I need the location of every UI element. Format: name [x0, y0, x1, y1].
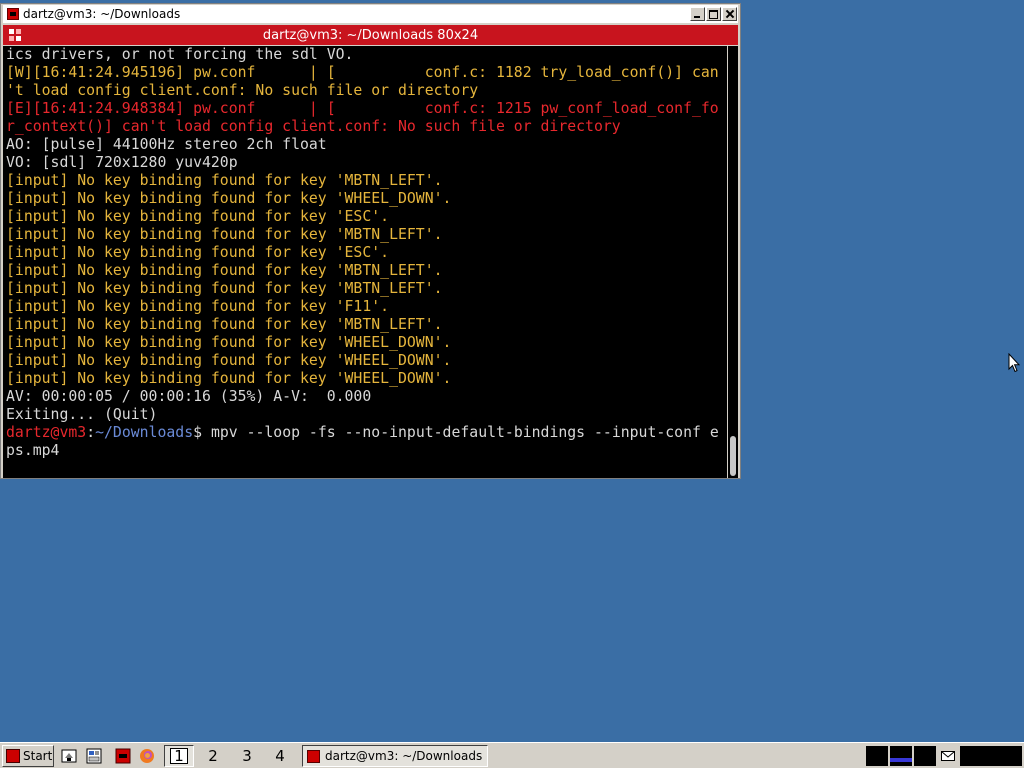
quicklaunch-browser[interactable]: [136, 745, 158, 767]
close-button[interactable]: [722, 7, 737, 21]
quicklaunch-home[interactable]: [58, 745, 80, 767]
terminal-task-icon: [307, 749, 320, 763]
terminal-line: [input] No key binding found for key 'ES…: [6, 208, 390, 225]
terminal-line: [input] No key binding found for key 'MB…: [6, 172, 443, 189]
prompt-separator: :: [86, 424, 96, 441]
terminal-window: dartz@vm3: ~/Downloads dartz@vm3: ~/Down…: [0, 3, 741, 479]
home-icon: [61, 749, 77, 763]
terminal-line: AV: 00:00:05 / 00:00:16 (35%) A-V: 0.000: [6, 388, 372, 405]
minimize-button[interactable]: [690, 7, 705, 21]
system-tray: [866, 746, 1022, 766]
window-title: dartz@vm3: ~/Downloads: [23, 7, 181, 21]
desktop-3-button[interactable]: 3: [232, 745, 262, 767]
prompt-symbol: $: [193, 424, 203, 441]
quicklaunch-terminal[interactable]: [112, 745, 134, 767]
terminal-line: [input] No key binding found for key 'F1…: [6, 298, 390, 315]
terminal-line: [input] No key binding found for key 'WH…: [6, 370, 452, 387]
terminal-line: r_context()] can't load config client.co…: [6, 118, 621, 135]
file-manager-icon: [86, 748, 102, 764]
terminal-line: [E][16:41:24.948384] pw.conf | [ conf.c:…: [6, 100, 719, 117]
terminal-line: [input] No key binding found for key 'ES…: [6, 244, 390, 261]
terminal-menu-icon[interactable]: [9, 29, 21, 41]
start-icon: [6, 749, 20, 763]
tray-clock[interactable]: [960, 746, 1022, 766]
terminal-title-bar: dartz@vm3: ~/Downloads 80x24: [3, 25, 738, 45]
scrollbar-thumb[interactable]: [730, 436, 736, 476]
terminal-line: [input] No key binding found for key 'WH…: [6, 352, 452, 369]
terminal-app-icon[interactable]: [7, 8, 19, 20]
tray-monitor-1[interactable]: [866, 746, 888, 766]
terminal-line: [input] No key binding found for key 'MB…: [6, 280, 443, 297]
terminal-line: [W][16:41:24.945196] pw.conf | [ conf.c:…: [6, 64, 719, 81]
mail-icon[interactable]: [938, 746, 958, 766]
terminal-title: dartz@vm3: ~/Downloads 80x24: [262, 27, 479, 43]
taskbar: Start 1 2 3 4 dartz@vm3: ~/Downloads: [0, 742, 1024, 768]
window-titlebar[interactable]: dartz@vm3: ~/Downloads: [3, 5, 738, 23]
desktop: dartz@vm3: ~/Downloads dartz@vm3: ~/Down…: [0, 0, 1024, 742]
terminal-line: AO: [pulse] 44100Hz stereo 2ch float: [6, 136, 327, 153]
prompt-command: mpv --loop -fs --no-input-default-bindin…: [202, 424, 719, 441]
prompt-path: ~/Downloads: [95, 424, 194, 441]
firefox-icon: [140, 749, 154, 763]
terminal-line: [input] No key binding found for key 'WH…: [6, 334, 452, 351]
start-label: Start: [23, 749, 53, 763]
taskbar-window-label: dartz@vm3: ~/Downloads: [325, 749, 483, 763]
terminal-prompt-line: dartz@vm3:~/Downloads$ mpv --loop -fs --…: [6, 424, 719, 442]
terminal-line: VO: [sdl] 720x1280 yuv420p: [6, 154, 238, 171]
taskbar-window-button[interactable]: dartz@vm3: ~/Downloads: [302, 745, 488, 767]
desktop-2-button[interactable]: 2: [198, 745, 228, 767]
terminal-line: 't load config client.conf: No such file…: [6, 82, 479, 99]
terminal-line: Exiting... (Quit): [6, 406, 158, 423]
terminal-scrollbar[interactable]: [728, 46, 738, 478]
quicklaunch-file-manager[interactable]: [83, 745, 105, 767]
start-button[interactable]: Start: [2, 745, 54, 767]
terminal-line: [input] No key binding found for key 'MB…: [6, 226, 443, 243]
terminal-line: ics drivers, or not forcing the sdl VO.: [6, 46, 354, 63]
terminal-icon: [115, 748, 131, 764]
mouse-pointer-icon: [1008, 353, 1020, 373]
tray-monitor-2[interactable]: [914, 746, 936, 766]
prompt-user-host: dartz@vm3: [6, 424, 87, 441]
cpu-monitor-icon[interactable]: [890, 746, 912, 766]
terminal-line: [input] No key binding found for key 'MB…: [6, 316, 443, 333]
terminal-command-continuation: ps.mp4: [6, 442, 60, 459]
terminal-line: [input] No key binding found for key 'MB…: [6, 262, 443, 279]
desktop-1-button[interactable]: 1: [164, 745, 194, 767]
terminal-line: [input] No key binding found for key 'WH…: [6, 190, 452, 207]
maximize-button[interactable]: [706, 7, 721, 21]
terminal-output[interactable]: ics drivers, or not forcing the sdl VO.[…: [3, 46, 727, 478]
desktop-4-button[interactable]: 4: [265, 745, 295, 767]
